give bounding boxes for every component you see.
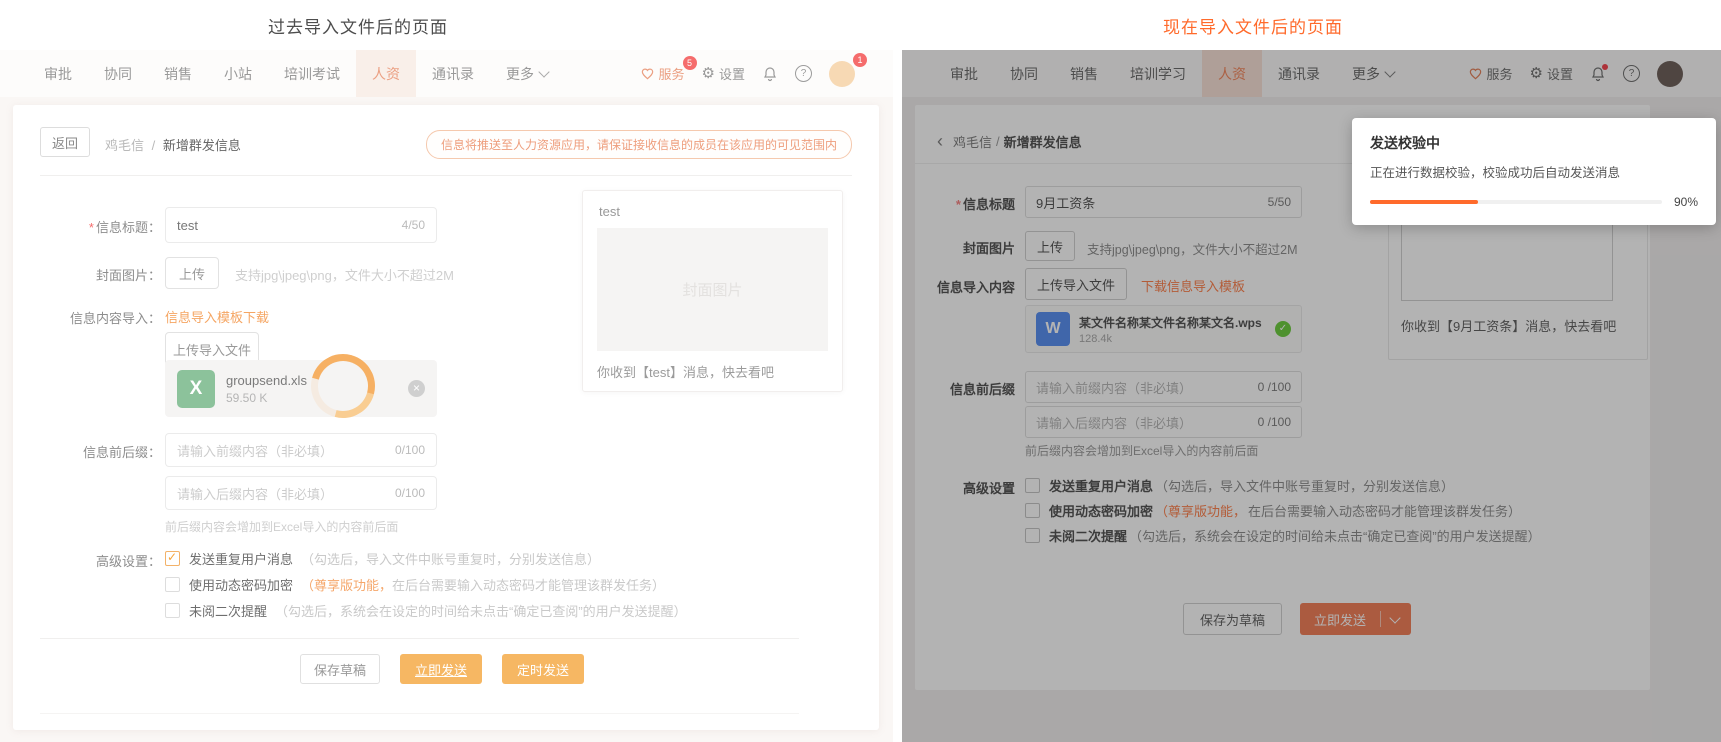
notifications-button[interactable] bbox=[762, 66, 778, 82]
file-name: groupsend.xls bbox=[226, 372, 307, 388]
nav-item-sales[interactable]: 销售 bbox=[148, 50, 208, 97]
question-icon: ? bbox=[795, 65, 812, 82]
checkbox-duplicate[interactable] bbox=[165, 550, 180, 566]
settings-button[interactable]: ⚙ 设置 bbox=[702, 64, 745, 83]
upload-spinner-icon bbox=[299, 342, 387, 430]
title-input[interactable]: test 4/50 bbox=[165, 207, 437, 243]
title-label: * 信息标题： bbox=[88, 220, 161, 235]
advanced-option-remind[interactable]: 未阅二次提醒 （勾选后，系统会在设定的时间给未点击“确定已查阅”的用户发送提醒） bbox=[165, 601, 687, 620]
toast-progress-fill bbox=[1370, 200, 1479, 204]
progress-percent: 90% bbox=[1673, 195, 1698, 209]
toast-title: 发送校验中 bbox=[1370, 135, 1440, 151]
advanced-label: 高级设置： bbox=[95, 554, 161, 569]
remove-file-icon[interactable] bbox=[408, 380, 425, 397]
avatar[interactable]: 1 bbox=[829, 52, 867, 87]
service-heart-icon bbox=[641, 68, 653, 80]
nav-item-hr[interactable]: 人资 bbox=[356, 50, 416, 97]
prefix-suffix-label: 信息前后缀： bbox=[82, 445, 161, 460]
premium-feature-note: （尊享版功能， bbox=[301, 578, 393, 593]
service-label: 服务 bbox=[658, 67, 685, 82]
title-value: test bbox=[177, 217, 198, 233]
cover-hint: 支持jpg\jpeg\png，文件大小不超过2M bbox=[235, 268, 454, 283]
toast-description: 正在进行数据校验，校验成功后自动发送消息 bbox=[1370, 166, 1621, 180]
advanced-option-duplicate[interactable]: 发送重复用户消息 （勾选后，导入文件中账号重复时，分别发送信息） bbox=[165, 549, 600, 568]
excel-file-icon: X bbox=[177, 369, 215, 408]
divider bbox=[40, 713, 799, 714]
progress-track bbox=[1370, 200, 1662, 204]
left-nav-items: 审批 协同 销售 小站 培训考试 人资 通讯录 更多 bbox=[0, 50, 564, 97]
cover-watermark: 封面图片 bbox=[682, 282, 743, 299]
gear-icon: ⚙ bbox=[701, 65, 715, 82]
avatar-badge: 1 bbox=[853, 52, 867, 67]
bell-icon bbox=[764, 66, 776, 81]
prefix-suffix-help: 前后缀内容会增加到Excel导入的内容前后面 bbox=[165, 520, 399, 534]
title-counter: 4/50 bbox=[401, 218, 425, 232]
file-meta: groupsend.xls 59.50 K bbox=[226, 373, 307, 405]
prefix-input[interactable]: 请输入前缀内容（非必填） 0/100 bbox=[165, 433, 437, 467]
suffix-counter: 0/100 bbox=[394, 486, 425, 500]
toast-progress: 90% bbox=[1370, 195, 1698, 209]
save-draft-button[interactable]: 保存草稿 bbox=[300, 654, 381, 684]
cover-upload-button[interactable]: 上传 bbox=[165, 257, 219, 289]
help-button[interactable]: ? bbox=[795, 65, 812, 82]
cover-label: 封面图片： bbox=[95, 268, 161, 283]
form-actions: 保存草稿 立即发送 定时发送 bbox=[300, 654, 585, 684]
settings-label: 设置 bbox=[718, 67, 745, 82]
send-scheduled-button[interactable]: 定时发送 bbox=[502, 654, 585, 684]
send-verify-toast: 发送校验中 正在进行数据校验，校验成功后自动发送消息 90% bbox=[1352, 118, 1716, 225]
left-nav-tools: 服务 5 ⚙ 设置 ? 1 bbox=[640, 50, 893, 97]
back-button[interactable]: 返回 bbox=[40, 127, 90, 157]
template-download-link[interactable]: 信息导入模板下载 bbox=[165, 307, 269, 326]
preview-cover-placeholder: 封面图片 bbox=[597, 228, 828, 351]
message-preview-card: test 封面图片 你收到【test】消息，快去看吧 bbox=[582, 190, 843, 392]
service-button[interactable]: 服务 5 bbox=[640, 56, 697, 83]
chevron-down-icon bbox=[538, 65, 550, 78]
divider bbox=[40, 175, 852, 176]
prefix-counter: 0/100 bbox=[394, 443, 425, 457]
nav-item-more[interactable]: 更多 bbox=[490, 50, 564, 97]
left-page-body: 返回 鸡毛信 / 新增群发信息 信息将推送至人力资源应用，请保证接收信息的成员在… bbox=[0, 97, 893, 742]
left-page-title: 过去导入文件后的页面 bbox=[268, 18, 448, 37]
service-badge: 5 bbox=[682, 56, 697, 70]
breadcrumb: 鸡毛信 / 新增群发信息 bbox=[105, 138, 241, 153]
nav-item-collaboration[interactable]: 协同 bbox=[88, 50, 148, 97]
breadcrumb-app: 鸡毛信 bbox=[105, 138, 145, 153]
import-label: 信息内容导入： bbox=[69, 311, 161, 326]
preview-message: 你收到【test】消息，快去看吧 bbox=[597, 365, 774, 380]
nav-item-station[interactable]: 小站 bbox=[208, 50, 268, 97]
prefix-placeholder: 请输入前缀内容（非必填） bbox=[177, 443, 334, 459]
suffix-placeholder: 请输入后缀内容（非必填） bbox=[177, 486, 334, 502]
breadcrumb-page: 新增群发信息 bbox=[162, 138, 241, 153]
uploaded-file-card: X groupsend.xls 59.50 K bbox=[165, 342, 437, 430]
right-page-title: 现在导入文件后的页面 bbox=[1163, 18, 1343, 37]
left-form-card: 返回 鸡毛信 / 新增群发信息 信息将推送至人力资源应用，请保证接收信息的成员在… bbox=[13, 105, 879, 730]
left-panel: 过去导入文件后的页面 审批 协同 销售 小站 培训考试 人资 通讯录 更多 服务… bbox=[0, 0, 893, 742]
required-mark: * bbox=[88, 220, 94, 235]
file-size: 59.50 K bbox=[226, 390, 268, 405]
preview-title: test bbox=[599, 204, 620, 219]
checkbox-password[interactable] bbox=[165, 577, 180, 592]
right-panel: 现在导入文件后的页面 审批 协同 销售 培训学习 人资 通讯录 更多 服务 ⚙ … bbox=[902, 0, 1721, 742]
more-label: 更多 bbox=[506, 65, 534, 82]
push-scope-notice: 信息将推送至人力资源应用，请保证接收信息的成员在该应用的可见范围内 bbox=[425, 130, 852, 159]
nav-item-contacts[interactable]: 通讯录 bbox=[416, 50, 490, 97]
nav-item-training-exam[interactable]: 培训考试 bbox=[268, 50, 356, 97]
left-nav: 审批 协同 销售 小站 培训考试 人资 通讯录 更多 服务 5 ⚙ 设置 ? 1 bbox=[0, 50, 893, 97]
nav-item-approval[interactable]: 审批 bbox=[28, 50, 88, 97]
divider bbox=[40, 638, 799, 639]
suffix-input[interactable]: 请输入后缀内容（非必填） 0/100 bbox=[165, 476, 437, 510]
checkbox-remind[interactable] bbox=[165, 603, 180, 618]
send-now-button[interactable]: 立即发送 bbox=[400, 654, 483, 684]
advanced-option-password[interactable]: 使用动态密码加密 （尊享版功能， 在后台需要输入动态密码才能管理该群发任务） bbox=[165, 575, 665, 594]
